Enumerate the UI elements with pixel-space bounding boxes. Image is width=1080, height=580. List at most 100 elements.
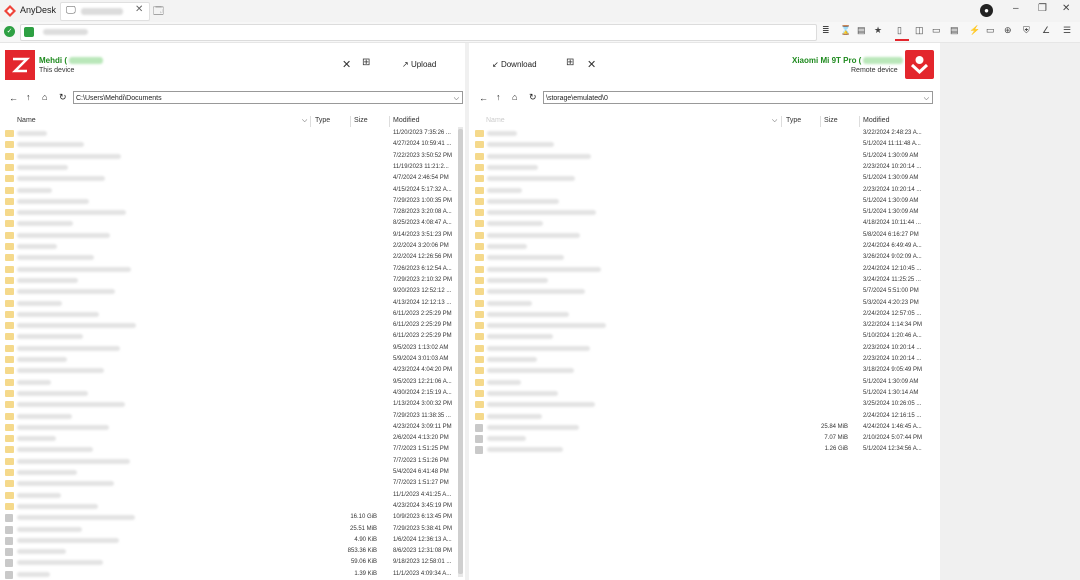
session-toolbar-icon[interactable]: ▭ (986, 25, 995, 36)
list-item[interactable]: 2/23/2024 10:20:14 ... (475, 185, 933, 196)
list-item[interactable]: 3/18/2024 9:05:49 PM (475, 365, 933, 376)
list-item[interactable]: 4/23/2024 3:45:19 PM (5, 501, 463, 512)
list-item[interactable]: 6/11/2023 2:25:29 PM (5, 320, 463, 331)
list-item[interactable]: 1.26 GiB 5/1/2024 12:34:56 A... (475, 444, 933, 455)
remote-refresh-icon[interactable]: ↻ (529, 92, 537, 103)
close-button[interactable]: ✕ (1062, 3, 1070, 14)
remote-col-name[interactable]: Name (486, 117, 505, 127)
list-item[interactable]: 5/10/2024 1:20:46 A... (475, 331, 933, 342)
list-item[interactable]: 11/19/2023 11:21:2... (5, 162, 463, 173)
session-toolbar-icon[interactable]: ∠ (1042, 25, 1050, 36)
session-toolbar-icon[interactable]: ⌛ (840, 25, 851, 36)
list-item[interactable]: 7/22/2023 3:50:52 PM (5, 151, 463, 162)
session-toolbar-icon[interactable]: ☰ (1063, 25, 1071, 36)
list-item[interactable]: 5/1/2024 1:30:14 AM (475, 388, 933, 399)
tab-close-icon[interactable]: ✕ (135, 4, 143, 15)
list-item[interactable]: 2/23/2024 10:20:14 ... (475, 354, 933, 365)
list-item[interactable]: 16.10 GiB 10/9/2023 6:13:45 PM (5, 512, 463, 523)
list-item[interactable]: 8/25/2023 4:08:47 A... (5, 218, 463, 229)
session-toolbar-icon[interactable]: ≣ (822, 25, 830, 36)
list-item[interactable]: 4.90 KiB 1/6/2024 12:36:13 A... (5, 535, 463, 546)
new-session-icon[interactable]: 🗔 (153, 4, 164, 21)
list-item[interactable]: 2/24/2024 12:57:05 ... (475, 309, 933, 320)
list-item[interactable]: 7/7/2023 1:51:26 PM (5, 456, 463, 467)
remote-path-input[interactable]: \storage\emulated\0 ⌵ (543, 91, 933, 104)
upload-button[interactable]: ↗ Upload (402, 60, 436, 69)
remote-col-size[interactable]: Size (824, 117, 838, 127)
list-item[interactable]: 5/7/2024 5:51:00 PM (475, 286, 933, 297)
session-toolbar-icon[interactable]: ▤ (950, 25, 959, 36)
account-avatar[interactable]: ● (980, 4, 993, 17)
list-item[interactable]: 4/23/2024 3:09:11 PM (5, 422, 463, 433)
local-close-icon[interactable]: ✕ (342, 58, 351, 71)
local-path-input[interactable]: C:\Users\Mehdi\Documents ⌵ (73, 91, 463, 104)
panel-divider[interactable] (465, 43, 469, 580)
list-item[interactable]: 5/1/2024 1:30:09 AM (475, 151, 933, 162)
list-item[interactable]: 5/9/2024 3:01:03 AM (5, 354, 463, 365)
list-item[interactable]: 3/22/2024 1:14:34 PM (475, 320, 933, 331)
remote-path-dropdown-icon[interactable]: ⌵ (924, 92, 929, 105)
list-item[interactable]: 9/14/2023 3:51:23 PM (5, 230, 463, 241)
list-item[interactable]: 7/7/2023 1:51:25 PM (5, 444, 463, 455)
remote-back-icon[interactable]: ← (479, 93, 488, 103)
list-item[interactable]: 7.07 MiB 2/10/2024 5:07:44 PM (475, 433, 933, 444)
list-item[interactable]: 7/28/2023 3:20:08 A... (5, 207, 463, 218)
list-item[interactable]: 4/30/2024 2:15:19 A... (5, 388, 463, 399)
list-item[interactable]: 2/2/2024 12:26:56 PM (5, 252, 463, 263)
list-item[interactable]: 5/1/2024 1:30:09 AM (475, 207, 933, 218)
local-col-type[interactable]: Type (315, 117, 330, 127)
list-item[interactable]: 5/8/2024 6:16:27 PM (475, 230, 933, 241)
list-item[interactable]: 853.36 KiB 8/6/2023 12:31:08 PM (5, 546, 463, 557)
list-item[interactable]: 7/29/2023 11:38:35 ... (5, 411, 463, 422)
local-col-size[interactable]: Size (354, 117, 368, 127)
list-item[interactable]: 4/27/2024 10:59:41 ... (5, 139, 463, 150)
list-item[interactable]: 5/1/2024 1:30:09 AM (475, 196, 933, 207)
local-new-folder-icon[interactable]: ⊞ (362, 57, 370, 68)
local-col-name[interactable]: Name (17, 117, 36, 127)
list-item[interactable]: 2/24/2024 6:49:49 A... (475, 241, 933, 252)
list-item[interactable]: 3/24/2024 11:25:25 ... (475, 275, 933, 286)
list-item[interactable]: 5/1/2024 1:30:09 AM (475, 173, 933, 184)
session-tab[interactable]: 🖵 ✕ (60, 2, 150, 21)
list-item[interactable]: 4/18/2024 10:11:44 ... (475, 218, 933, 229)
local-up-icon[interactable]: ↑ (26, 92, 31, 102)
list-item[interactable]: 7/26/2023 6:12:54 A... (5, 264, 463, 275)
remote-close-icon[interactable]: ✕ (587, 58, 596, 71)
list-item[interactable]: 2/24/2024 12:10:45 ... (475, 264, 933, 275)
list-item[interactable]: 3/26/2024 9:02:09 A... (475, 252, 933, 263)
local-col-modified[interactable]: Modified (393, 117, 419, 127)
list-item[interactable]: 1.39 KiB 11/1/2023 4:09:34 A... (5, 569, 463, 580)
local-back-icon[interactable]: ← (9, 93, 18, 103)
list-item[interactable]: 4/13/2024 12:12:13 ... (5, 298, 463, 309)
local-refresh-icon[interactable]: ↻ (59, 92, 67, 103)
session-toolbar-icon[interactable]: ⛨ (1023, 25, 1030, 36)
list-item[interactable]: 59.06 KiB 9/18/2023 12:58:01 ... (5, 557, 463, 568)
list-item[interactable]: 11/1/2023 4:41:25 A... (5, 490, 463, 501)
list-item[interactable]: 9/20/2023 12:52:12 ... (5, 286, 463, 297)
list-item[interactable]: 2/23/2024 10:20:14 ... (475, 162, 933, 173)
list-item[interactable]: 6/11/2023 2:25:29 PM (5, 309, 463, 320)
remote-up-icon[interactable]: ↑ (496, 92, 501, 102)
list-item[interactable]: 1/13/2024 3:00:32 PM (5, 399, 463, 410)
list-item[interactable]: 2/6/2024 4:13:20 PM (5, 433, 463, 444)
list-item[interactable]: 5/1/2024 1:30:09 AM (475, 377, 933, 388)
local-sort-icon[interactable]: ⌵ (302, 117, 307, 127)
list-item[interactable]: 4/23/2024 4:04:20 PM (5, 365, 463, 376)
list-item[interactable]: 5/4/2024 6:41:48 PM (5, 467, 463, 478)
list-item[interactable]: 4/15/2024 5:17:32 A... (5, 185, 463, 196)
list-item[interactable]: 5/1/2024 11:11:48 A... (475, 139, 933, 150)
remote-col-modified[interactable]: Modified (863, 117, 889, 127)
session-toolbar-icon[interactable]: ▯ (897, 25, 902, 36)
list-item[interactable]: 7/29/2023 2:10:32 PM (5, 275, 463, 286)
download-button[interactable]: ↙ Download (492, 60, 537, 69)
list-item[interactable]: 4/7/2024 2:46:54 PM (5, 173, 463, 184)
remote-new-folder-icon[interactable]: ⊞ (566, 57, 574, 68)
session-toolbar-icon[interactable]: ▭ (932, 25, 941, 36)
list-item[interactable]: 3/25/2024 10:26:05 ... (475, 399, 933, 410)
minimize-button[interactable]: – (1013, 3, 1019, 14)
list-item[interactable]: 2/24/2024 12:16:15 ... (475, 411, 933, 422)
list-item[interactable]: 9/5/2023 1:13:02 AM (5, 343, 463, 354)
list-item[interactable]: 9/5/2023 12:21:06 A... (5, 377, 463, 388)
restore-button[interactable]: ❐ (1038, 3, 1047, 14)
list-item[interactable]: 7/7/2023 1:51:27 PM (5, 478, 463, 489)
